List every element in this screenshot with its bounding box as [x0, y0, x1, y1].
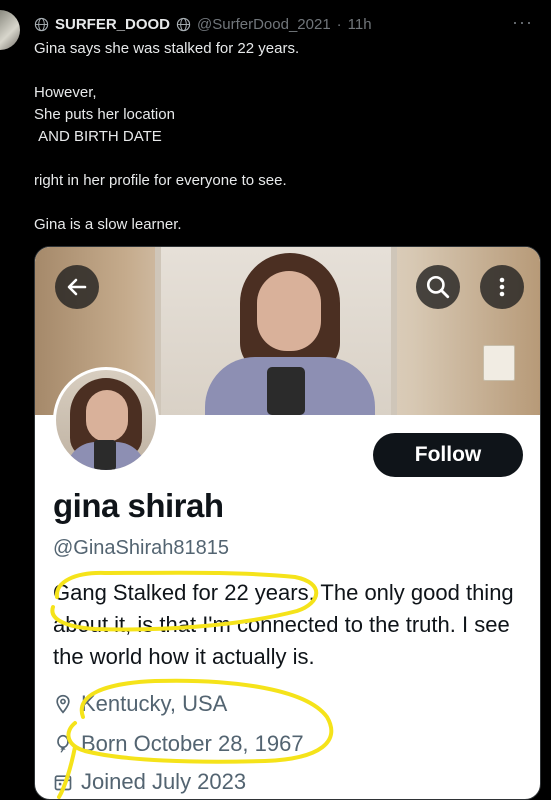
banner-person-face — [257, 271, 321, 351]
profile-bio: Gang Stalked for 22 years. The only good… — [53, 580, 514, 669]
location-pin-icon — [56, 694, 70, 714]
globe-icon — [34, 17, 49, 31]
tweet-header: SURFER_DOOD @SurferDood_2021 · 11h — [34, 14, 551, 34]
avatar-phone — [94, 440, 116, 470]
profile-joined: Joined July 2023 — [53, 769, 246, 795]
search-icon — [426, 275, 450, 299]
location-text[interactable]: Kentucky, USA — [81, 691, 227, 717]
author-name[interactable]: SURFER_DOOD — [55, 16, 170, 33]
tweet-author-avatar[interactable] — [0, 10, 20, 50]
birthdate-text: Born October 28, 1967 — [81, 731, 304, 756]
calendar-icon — [54, 775, 72, 791]
back-button[interactable] — [55, 265, 99, 309]
profile-name: gina shirah — [53, 487, 224, 524]
arrow-left-icon — [67, 278, 87, 296]
more-options-icon[interactable]: ··· — [512, 12, 533, 33]
profile-screenshot-card[interactable]: Follow gina shirah @GinaShirah81815 Gang… — [34, 246, 541, 800]
author-handle[interactable]: @SurferDood_2021 — [197, 16, 331, 33]
avatar-face — [86, 390, 128, 442]
globe-icon — [176, 17, 191, 31]
more-button[interactable] — [480, 265, 524, 309]
profile-location: Kentucky, USA — [53, 691, 227, 717]
follow-button[interactable]: Follow — [373, 433, 523, 477]
more-vertical-icon — [499, 277, 505, 297]
joined-text: Joined July 2023 — [81, 769, 247, 794]
tweet-text: Gina says she was stalked for 22 years. … — [34, 40, 300, 233]
light-switch — [483, 345, 515, 381]
profile-handle: @GinaShirah81815 — [53, 537, 229, 559]
separator-dot: · — [336, 15, 342, 33]
profile-avatar[interactable] — [53, 367, 159, 473]
banner-phone — [267, 367, 305, 415]
balloon-icon — [57, 734, 69, 753]
search-button[interactable] — [416, 265, 460, 309]
profile-birthdate: Born October 28, 1967 — [53, 731, 304, 757]
tweet-timestamp[interactable]: 11h — [348, 16, 372, 33]
